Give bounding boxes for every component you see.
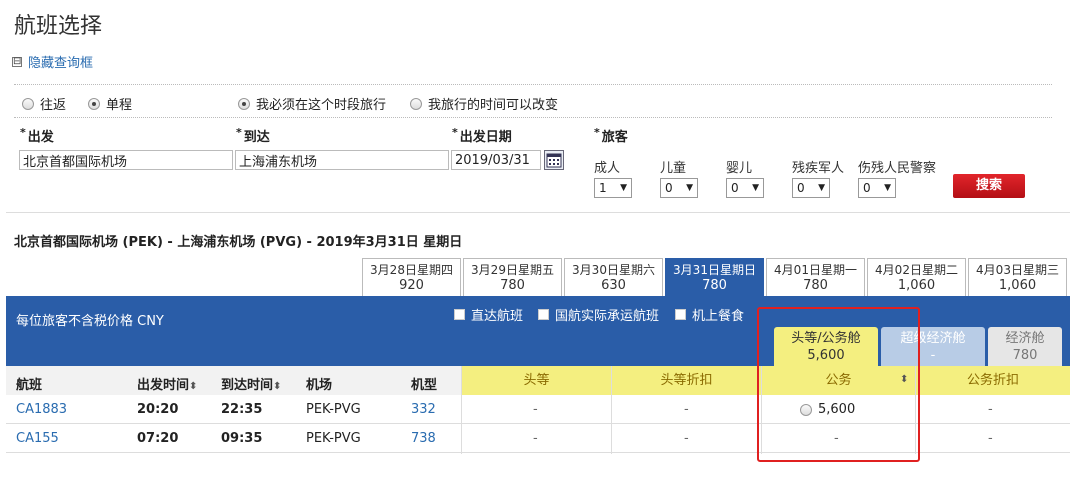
date-tab[interactable]: 3月28日星期四 920	[362, 258, 461, 296]
filter-air-china-operated[interactable]: 国航实际承运航班	[538, 305, 659, 324]
date-tab[interactable]: 3月30日星期六 630	[564, 258, 663, 296]
checkbox-icon[interactable]	[675, 309, 686, 320]
date-tab[interactable]: 4月02日星期二 1,060	[867, 258, 966, 296]
radio-round-trip[interactable]: 往返	[22, 94, 66, 113]
pax-police-label: 伤残人民警察	[858, 161, 937, 176]
hide-search-toggle[interactable]: ⊟ 隐藏查询框	[12, 52, 93, 71]
highlight-box	[757, 307, 920, 462]
depart-time: 07:20	[137, 431, 179, 446]
page-title: 航班选择	[14, 14, 103, 39]
col-airport: 机场	[306, 378, 333, 393]
fare-col-first-discount: 头等折扣	[611, 366, 761, 395]
date-tab[interactable]: 3月29日星期五 780	[463, 258, 562, 296]
col-depart[interactable]: 出发时间⬍	[137, 374, 197, 393]
search-button[interactable]: 搜索	[953, 174, 1025, 198]
pax-adult-label: 成人	[594, 161, 621, 176]
date-tab[interactable]: 4月01日星期一 780	[766, 258, 865, 296]
collapse-icon[interactable]: ⊟	[12, 56, 22, 67]
col-aircraft: 机型	[411, 378, 438, 393]
airport-pair: PEK-PVG	[306, 402, 361, 417]
radio-icon[interactable]	[410, 97, 422, 110]
flight-number-link[interactable]: CA155	[16, 431, 59, 446]
destination-input[interactable]	[235, 150, 449, 170]
pax-infant-select[interactable]: 0 ▼	[726, 178, 764, 198]
pax-infant-label: 婴儿	[726, 161, 753, 176]
divider	[461, 366, 462, 454]
sort-icon: ⬍	[273, 381, 282, 392]
hide-search-link[interactable]: 隐藏查询框	[28, 52, 93, 71]
pax-veteran-select[interactable]: 0 ▼	[792, 178, 830, 198]
radio-label: 往返	[40, 98, 67, 113]
pax-veteran-label: 残疾军人	[792, 161, 845, 176]
pax-child-select[interactable]: 0 ▼	[660, 178, 698, 198]
radio-label: 单程	[106, 98, 133, 113]
aircraft-link[interactable]: 332	[411, 402, 436, 417]
airport-pair: PEK-PVG	[306, 431, 361, 446]
route-summary: 北京首都国际机场 (PEK) - 上海浦东机场 (PVG) - 2019年3月3…	[14, 235, 463, 250]
radio-icon[interactable]	[88, 97, 100, 110]
sort-icon: ⬍	[189, 381, 198, 392]
col-arrive[interactable]: 到达时间⬍	[221, 374, 281, 393]
pax-adult-select[interactable]: 1 ▼	[594, 178, 632, 198]
filter-direct[interactable]: 直达航班	[454, 305, 523, 324]
divider	[14, 84, 1052, 85]
destination-label: * 到达	[236, 126, 270, 145]
radio-one-way[interactable]: 单程	[88, 94, 132, 113]
fare-col-business-discount: 公务折扣	[915, 366, 1070, 395]
radio-fixed-time[interactable]: 我必须在这个时段旅行	[238, 94, 386, 113]
pax-child-label: 儿童	[660, 161, 687, 176]
fare-cell: -	[684, 402, 689, 417]
depart-time: 20:20	[137, 402, 179, 417]
flight-number-link[interactable]: CA1883	[16, 402, 67, 417]
radio-icon[interactable]	[22, 97, 34, 110]
fare-cell: -	[533, 431, 538, 446]
col-flight: 航班	[16, 378, 43, 393]
radio-flexible-time[interactable]: 我旅行的时间可以改变	[410, 94, 558, 113]
fare-cell: -	[988, 431, 993, 446]
checkbox-icon[interactable]	[538, 309, 549, 320]
date-tab-active[interactable]: 3月31日星期日 780	[665, 258, 764, 296]
cabin-tab-economy[interactable]: 经济舱 780	[988, 327, 1062, 366]
checkbox-icon[interactable]	[454, 309, 465, 320]
passengers-label: * 旅客	[594, 126, 628, 145]
origin-label: * 出发	[20, 126, 54, 145]
radio-label: 我旅行的时间可以改变	[428, 98, 559, 113]
divider	[611, 366, 612, 454]
aircraft-link[interactable]: 738	[411, 431, 436, 446]
date-tab[interactable]: 4月03日星期三 1,060	[968, 258, 1067, 296]
divider	[14, 117, 1052, 118]
date-input[interactable]	[451, 150, 541, 170]
price-note: 每位旅客不含税价格 CNY	[16, 314, 164, 329]
arrive-time: 09:35	[221, 431, 263, 446]
date-label: * 出发日期	[452, 126, 512, 145]
origin-input[interactable]	[19, 150, 233, 170]
fare-col-first: 头等	[461, 366, 611, 395]
divider	[6, 212, 1070, 213]
radio-label: 我必须在这个时段旅行	[256, 98, 387, 113]
fare-cell: -	[533, 402, 538, 417]
fare-cell: -	[684, 431, 689, 446]
fare-cell: -	[988, 402, 993, 417]
pax-police-select[interactable]: 0 ▼	[858, 178, 896, 198]
calendar-icon[interactable]	[544, 150, 564, 170]
arrive-time: 22:35	[221, 402, 263, 417]
filter-meal[interactable]: 机上餐食	[675, 305, 744, 324]
radio-icon[interactable]	[238, 97, 250, 110]
